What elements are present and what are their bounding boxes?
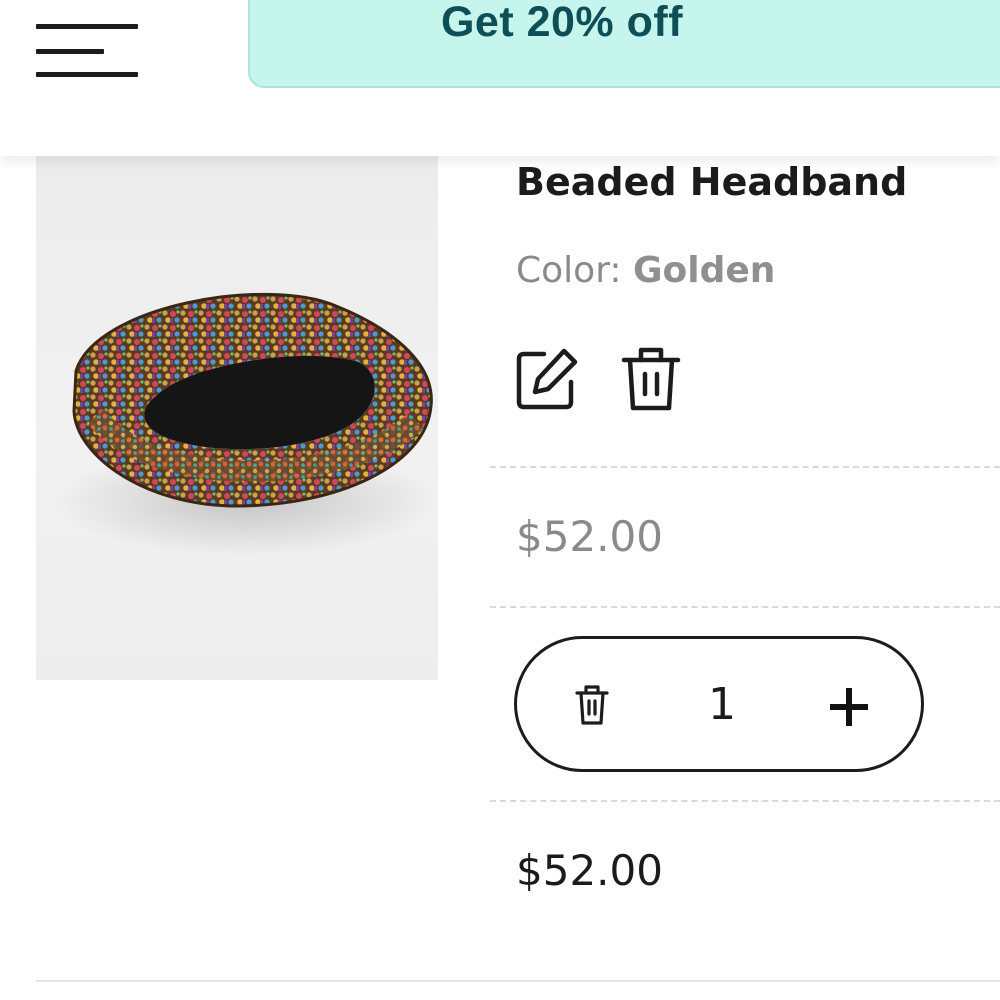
trash-icon[interactable] <box>620 344 682 414</box>
divider <box>490 606 1000 608</box>
quantity-stepper: 1 <box>514 636 924 772</box>
quantity-value: 1 <box>708 679 736 730</box>
color-line: Color: Golden <box>516 250 775 291</box>
edit-icon[interactable] <box>514 346 580 412</box>
promo-banner[interactable]: Get 20% off <box>248 0 1000 88</box>
headband-photo <box>56 292 436 556</box>
trash-icon[interactable] <box>575 684 609 726</box>
menu-button[interactable] <box>34 20 142 82</box>
color-label: Color: <box>516 250 622 291</box>
unit-price: $52.00 <box>516 512 663 561</box>
bottom-divider <box>36 980 1000 982</box>
promo-text: Get 20% off <box>440 0 684 46</box>
line-total: $52.00 <box>516 846 663 895</box>
header: Get 20% off <box>0 0 1000 156</box>
product-image[interactable] <box>36 156 438 680</box>
menu-bar <box>36 24 138 29</box>
cart-page: Get 20% off Beaded Headband Color: Golde… <box>0 0 1000 1000</box>
menu-bar <box>36 49 104 54</box>
divider <box>490 466 1000 468</box>
divider <box>490 800 1000 802</box>
product-title[interactable]: Beaded Headband <box>516 160 907 204</box>
plus-icon[interactable] <box>829 687 869 727</box>
menu-bar <box>36 72 138 77</box>
color-value: Golden <box>632 250 776 291</box>
